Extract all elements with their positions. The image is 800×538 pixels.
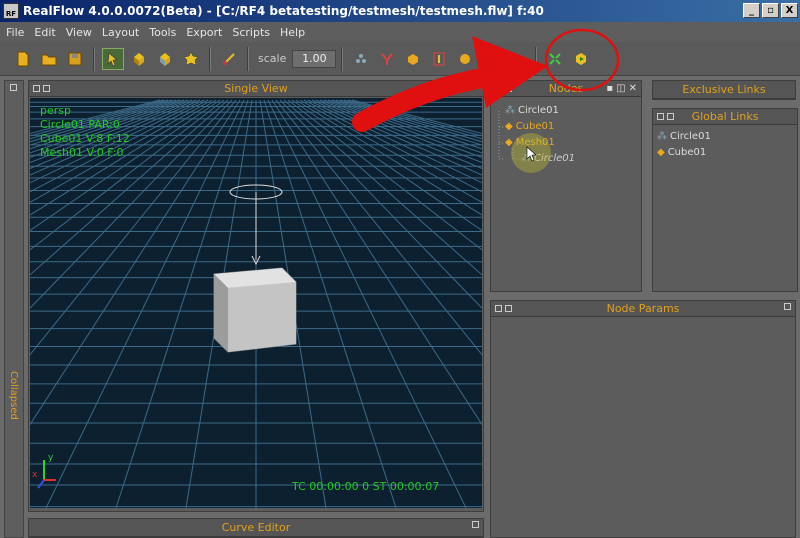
- menu-help[interactable]: Help: [280, 26, 305, 39]
- global-link-circle01[interactable]: ⁂ Circle01: [657, 131, 711, 142]
- nodes-panel: Nodes ▪◫✕ ⁂Circle01 ◆Cube01 ◆Mesh01 ⁂Cir…: [490, 80, 642, 292]
- open-folder-icon[interactable]: [38, 48, 60, 70]
- mesh-stats: Mesh01 V:0 F:0: [40, 146, 124, 159]
- object-icon: ◆: [657, 147, 665, 158]
- panel-pin-icon[interactable]: [472, 521, 479, 528]
- curve-editor-panel: Curve Editor: [28, 518, 484, 538]
- app-icon[interactable]: RF: [3, 3, 19, 19]
- rotate-tool-icon[interactable]: [154, 48, 176, 70]
- menu-export[interactable]: Export: [186, 26, 222, 39]
- toolbar-separator: [247, 46, 249, 71]
- axis-x-label: x: [32, 470, 38, 480]
- wave-icon[interactable]: [506, 48, 528, 70]
- circle-emitter[interactable]: [229, 184, 283, 266]
- particles-icon[interactable]: [350, 48, 372, 70]
- new-file-icon[interactable]: [12, 48, 34, 70]
- panel-float-icon[interactable]: [784, 303, 791, 310]
- panel-header: Global Links: [653, 109, 797, 125]
- circle-stats: Circle01 PAR:0: [40, 118, 120, 131]
- axis-y-label: y: [48, 453, 54, 463]
- panel-title: Node Params: [606, 302, 680, 315]
- move-tool-icon[interactable]: [128, 48, 150, 70]
- global-links-panel: Global Links ⁂ Circle01 ◆ Cube01: [652, 108, 798, 292]
- panel-header: Exclusive Links: [653, 81, 795, 99]
- menu-tools[interactable]: Tools: [149, 26, 176, 39]
- daemon-icon[interactable]: [376, 48, 398, 70]
- panel-header: Curve Editor: [29, 519, 483, 537]
- scale-tool-icon[interactable]: [180, 48, 202, 70]
- select-arrow-icon[interactable]: [102, 47, 124, 70]
- node-params-panel: Node Params: [490, 300, 796, 538]
- close-button[interactable]: X: [781, 3, 798, 18]
- collapsed-panel[interactable]: Collapsed: [4, 80, 24, 538]
- rigid-body-icon[interactable]: [480, 48, 502, 70]
- link-label: Cube01: [667, 147, 707, 158]
- link-tool-icon[interactable]: [218, 48, 240, 70]
- window-title: RealFlow 4.0.0.0072(Beta) - [C:/RF4 beta…: [23, 4, 544, 18]
- panel-close-icon[interactable]: ✕: [629, 83, 637, 94]
- panel-title: Exclusive Links: [682, 83, 766, 96]
- menu-file[interactable]: File: [6, 26, 24, 39]
- panel-header: Node Params: [491, 301, 795, 317]
- menu-bar: File Edit View Layout Tools Export Scrip…: [0, 22, 800, 42]
- menu-view[interactable]: View: [66, 26, 92, 39]
- timecode: TC 00:00:00 0 ST 00:00:07: [292, 480, 440, 493]
- scale-input[interactable]: [292, 49, 337, 68]
- panel-header: Nodes ▪ ◫ ✕: [491, 81, 641, 97]
- scale-label: scale: [258, 52, 287, 65]
- viewport-info: persp Circle01 PAR:0 Cube01 V:8 F:12 Mes…: [40, 104, 130, 160]
- collapsed-label: Collapsed: [8, 371, 19, 420]
- constraint-icon[interactable]: [428, 48, 450, 70]
- 3d-viewport[interactable]: persp Circle01 PAR:0 Cube01 V:8 F:12 Mes…: [30, 98, 482, 508]
- menu-layout[interactable]: Layout: [102, 26, 139, 39]
- toolbar: scale: [0, 42, 800, 76]
- panel-minimize-icon[interactable]: ▪: [606, 83, 613, 94]
- save-icon[interactable]: [64, 48, 86, 70]
- maximize-button[interactable]: ▫: [762, 3, 779, 18]
- emitter-icon: ⁂: [657, 131, 667, 142]
- camera-label: persp: [40, 104, 71, 117]
- render-icon[interactable]: [570, 48, 592, 70]
- pin-icon[interactable]: [10, 84, 17, 91]
- title-bar: RF RealFlow 4.0.0.0072(Beta) - [C:/RF4 b…: [0, 0, 800, 22]
- window-controls: _ ▫ X: [743, 3, 798, 18]
- panel-float-icon[interactable]: ◫: [616, 83, 625, 94]
- minimize-button[interactable]: _: [743, 3, 760, 18]
- toolbar-separator: [535, 46, 538, 71]
- cube-stats: Cube01 V:8 F:12: [40, 132, 130, 145]
- cube-object[interactable]: [213, 267, 297, 353]
- toolbar-separator: [341, 46, 344, 71]
- menu-edit[interactable]: Edit: [34, 26, 55, 39]
- menu-scripts[interactable]: Scripts: [232, 26, 270, 39]
- tree-lines: [498, 111, 551, 173]
- simulate-icon[interactable]: [544, 48, 566, 70]
- object-icon[interactable]: [402, 48, 424, 70]
- panel-header: Single View: [29, 81, 483, 97]
- panel-title: Global Links: [691, 110, 759, 123]
- panel-title: Single View: [224, 82, 288, 95]
- toolbar-separator: [93, 46, 95, 71]
- link-label: Circle01: [670, 131, 711, 142]
- toolbar-separator: [209, 46, 211, 71]
- panel-title: Curve Editor: [221, 521, 291, 534]
- global-link-cube01[interactable]: ◆ Cube01: [657, 147, 706, 158]
- exclusive-links-panel: Exclusive Links: [652, 80, 796, 100]
- mesh-icon[interactable]: [454, 48, 476, 70]
